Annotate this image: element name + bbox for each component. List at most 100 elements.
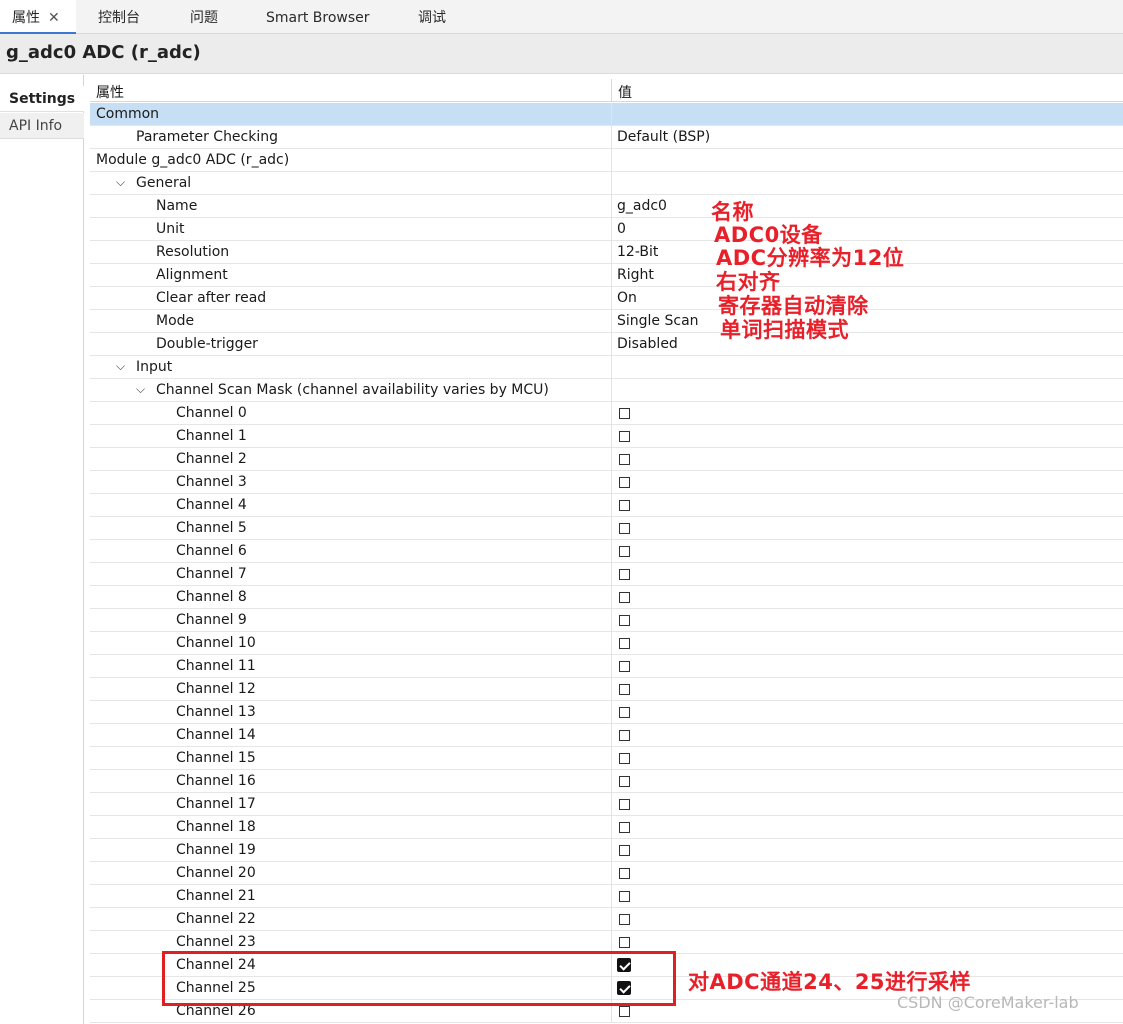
table-row[interactable]: Channel 16 (90, 770, 1123, 793)
table-row[interactable]: Channel 1 (90, 425, 1123, 448)
table-row[interactable]: Resolution 12-Bit (90, 241, 1123, 264)
side-item-api-info[interactable]: API Info (0, 113, 84, 139)
checkbox-unchecked[interactable] (619, 845, 630, 856)
checkbox-unchecked[interactable] (619, 753, 630, 764)
table-row[interactable]: Channel 2 (90, 448, 1123, 471)
row-value[interactable]: On (617, 290, 637, 306)
table-row[interactable]: Channel 15 (90, 747, 1123, 770)
table-row[interactable]: Channel 20 (90, 862, 1123, 885)
row-value[interactable]: 12-Bit (617, 244, 658, 260)
table-row[interactable]: Channel 5 (90, 517, 1123, 540)
checkbox-unchecked[interactable] (619, 891, 630, 902)
table-row[interactable]: Channel 10 (90, 632, 1123, 655)
table-row[interactable]: Channel 13 (90, 701, 1123, 724)
table-row[interactable]: Channel 17 (90, 793, 1123, 816)
table-row[interactable]: Channel 6 (90, 540, 1123, 563)
row-label: Channel 12 (176, 681, 256, 697)
row-value[interactable]: 0 (617, 221, 626, 237)
table-row[interactable]: Channel 18 (90, 816, 1123, 839)
checkbox-unchecked[interactable] (619, 730, 630, 741)
tab-console[interactable]: 控制台 (98, 0, 140, 34)
checkbox-unchecked[interactable] (619, 707, 630, 718)
table-row[interactable]: ⌵Module g_adc0 ADC (r_adc) (90, 149, 1123, 172)
table-row[interactable]: ⌵ Input (90, 356, 1123, 379)
row-value[interactable]: Default (BSP) (617, 129, 710, 145)
column-divider (611, 172, 612, 195)
column-header-property[interactable]: 属性 (96, 82, 124, 102)
row-label: Channel 10 (176, 635, 256, 651)
row-label: Channel 7 (176, 566, 247, 582)
checkbox-unchecked[interactable] (619, 500, 630, 511)
checkbox-unchecked[interactable] (619, 822, 630, 833)
checkbox-unchecked[interactable] (619, 638, 630, 649)
checkbox-unchecked[interactable] (619, 477, 630, 488)
checkbox-unchecked[interactable] (619, 523, 630, 534)
close-icon[interactable]: ✕ (48, 0, 60, 36)
checkbox-unchecked[interactable] (619, 661, 630, 672)
checkbox-unchecked[interactable] (619, 937, 630, 948)
table-row[interactable]: Double-trigger Disabled (90, 333, 1123, 356)
checkbox-unchecked[interactable] (619, 799, 630, 810)
table-row[interactable]: Clear after read On (90, 287, 1123, 310)
tab-properties[interactable]: 属性 ✕ (0, 0, 76, 34)
row-value[interactable]: Disabled (617, 336, 678, 352)
table-row[interactable]: Channel 22 (90, 908, 1123, 931)
table-row[interactable]: ⌵ Channel Scan Mask (channel availability… (90, 379, 1123, 402)
checkbox-unchecked[interactable] (619, 684, 630, 695)
column-header-value[interactable]: 值 (618, 82, 632, 102)
chevron-down-icon[interactable]: ⌵ (116, 359, 130, 374)
checkbox-unchecked[interactable] (619, 1006, 630, 1017)
row-label: Channel 21 (176, 888, 256, 904)
table-row[interactable]: Mode Single Scan (90, 310, 1123, 333)
row-value[interactable]: Right (617, 267, 654, 283)
table-row[interactable]: Channel 21 (90, 885, 1123, 908)
table-row[interactable]: Alignment Right (90, 264, 1123, 287)
table-row[interactable]: Channel 4 (90, 494, 1123, 517)
table-row[interactable]: Name g_adc0 (90, 195, 1123, 218)
checkbox-unchecked[interactable] (619, 776, 630, 787)
table-row[interactable]: ⌵Common (90, 103, 1123, 126)
column-divider (611, 816, 612, 839)
table-row[interactable]: Channel 19 (90, 839, 1123, 862)
column-divider[interactable] (611, 79, 612, 102)
tab-problems[interactable]: 问题 (190, 0, 218, 34)
column-divider (611, 241, 612, 264)
side-item-settings[interactable]: Settings (0, 86, 84, 112)
table-row[interactable]: Channel 9 (90, 609, 1123, 632)
checkbox-unchecked[interactable] (619, 615, 630, 626)
chevron-down-icon[interactable]: ⌵ (116, 175, 130, 190)
row-group: ⌵ Channel Scan Mask (channel availability… (136, 382, 549, 398)
checkbox-unchecked[interactable] (619, 592, 630, 603)
table-row[interactable]: Channel 7 (90, 563, 1123, 586)
tab-bar: 属性 ✕ 控制台 问题 Smart Browser 调试 (0, 0, 1123, 34)
table-row[interactable]: Parameter Checking Default (BSP) (90, 126, 1123, 149)
table-row[interactable]: ⌵ General (90, 172, 1123, 195)
column-divider (611, 264, 612, 287)
table-row[interactable]: Channel 8 (90, 586, 1123, 609)
checkbox-unchecked[interactable] (619, 454, 630, 465)
tab-debug[interactable]: 调试 (418, 0, 446, 34)
checkbox-unchecked[interactable] (619, 431, 630, 442)
table-row[interactable]: Channel 12 (90, 678, 1123, 701)
row-label: Resolution (156, 244, 230, 260)
table-row[interactable]: Unit 0 (90, 218, 1123, 241)
column-divider (611, 402, 612, 425)
column-divider (611, 425, 612, 448)
chevron-down-icon[interactable]: ⌵ (136, 382, 150, 397)
table-row[interactable]: Channel 3 (90, 471, 1123, 494)
table-row[interactable]: Channel 14 (90, 724, 1123, 747)
table-row[interactable]: Channel 0 (90, 402, 1123, 425)
checkbox-unchecked[interactable] (619, 868, 630, 879)
checkbox-unchecked[interactable] (619, 914, 630, 925)
table-header: 属性 值 (90, 79, 1123, 102)
tab-smart-browser[interactable]: Smart Browser (266, 0, 370, 34)
table-row[interactable]: Channel 11 (90, 655, 1123, 678)
row-value[interactable]: Single Scan (617, 313, 699, 329)
checkbox-unchecked[interactable] (619, 546, 630, 557)
checkbox-unchecked[interactable] (619, 408, 630, 419)
column-divider (611, 770, 612, 793)
column-divider (611, 103, 612, 126)
checkbox-unchecked[interactable] (619, 569, 630, 580)
row-value[interactable]: g_adc0 (617, 198, 667, 214)
row-label: Channel 22 (176, 911, 256, 927)
